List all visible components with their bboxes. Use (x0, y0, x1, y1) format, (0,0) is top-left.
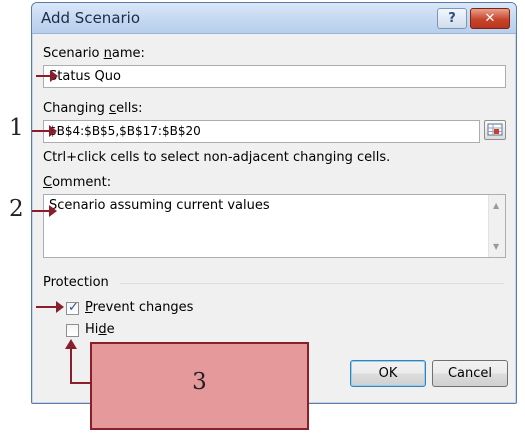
scroll-down-icon[interactable]: ▼ (493, 242, 499, 251)
callout-number-1: 1 (9, 115, 24, 141)
callout-number-2: 2 (9, 196, 24, 222)
close-button[interactable]: ✕ (470, 8, 510, 29)
comment-scrollbar[interactable]: ▲ ▼ (488, 195, 505, 257)
scenario-name-input[interactable]: Status Quo (43, 65, 506, 88)
hide-label[interactable]: Hide (85, 322, 115, 337)
title-bar: Add Scenario ? ✕ (32, 3, 516, 34)
callout-number-3: 3 (192, 369, 207, 395)
collapse-dialog-button[interactable] (484, 120, 506, 140)
help-button[interactable]: ? (437, 8, 467, 29)
callout-arrow-scenario-name (36, 70, 58, 82)
comment-label: Comment: (43, 175, 112, 190)
comment-textarea[interactable]: Scenario assuming current values ▲ ▼ (43, 194, 506, 258)
changing-cells-hint: Ctrl+click cells to select non-adjacent … (43, 150, 391, 165)
comment-text: Scenario assuming current values (49, 198, 270, 213)
ok-button[interactable]: OK (350, 360, 426, 387)
callout-box-3: 3 (90, 342, 309, 430)
prevent-changes-checkbox[interactable]: ✓ (66, 300, 79, 315)
changing-cells-label: Changing cells: (43, 101, 143, 116)
range-selector-icon (487, 123, 503, 136)
changing-cells-input[interactable]: $B$4:$B$5,$B$17:$B$20 (43, 120, 480, 143)
checkmark-icon: ✓ (68, 300, 79, 315)
cancel-button[interactable]: Cancel (432, 360, 508, 387)
dialog-title: Add Scenario (41, 9, 141, 27)
scenario-name-label: Scenario name: (43, 46, 145, 61)
callout-arrow-1 (32, 125, 57, 137)
scroll-up-icon[interactable]: ▲ (493, 201, 499, 210)
hide-checkbox[interactable] (66, 324, 79, 337)
callout-arrow-2 (32, 205, 57, 217)
close-icon: ✕ (484, 11, 496, 26)
protection-divider (120, 283, 504, 284)
help-icon: ? (448, 11, 456, 26)
prevent-changes-label[interactable]: Prevent changes (85, 300, 193, 315)
protection-group-label: Protection (43, 275, 109, 290)
callout-arrow-prevent-changes (36, 301, 64, 313)
